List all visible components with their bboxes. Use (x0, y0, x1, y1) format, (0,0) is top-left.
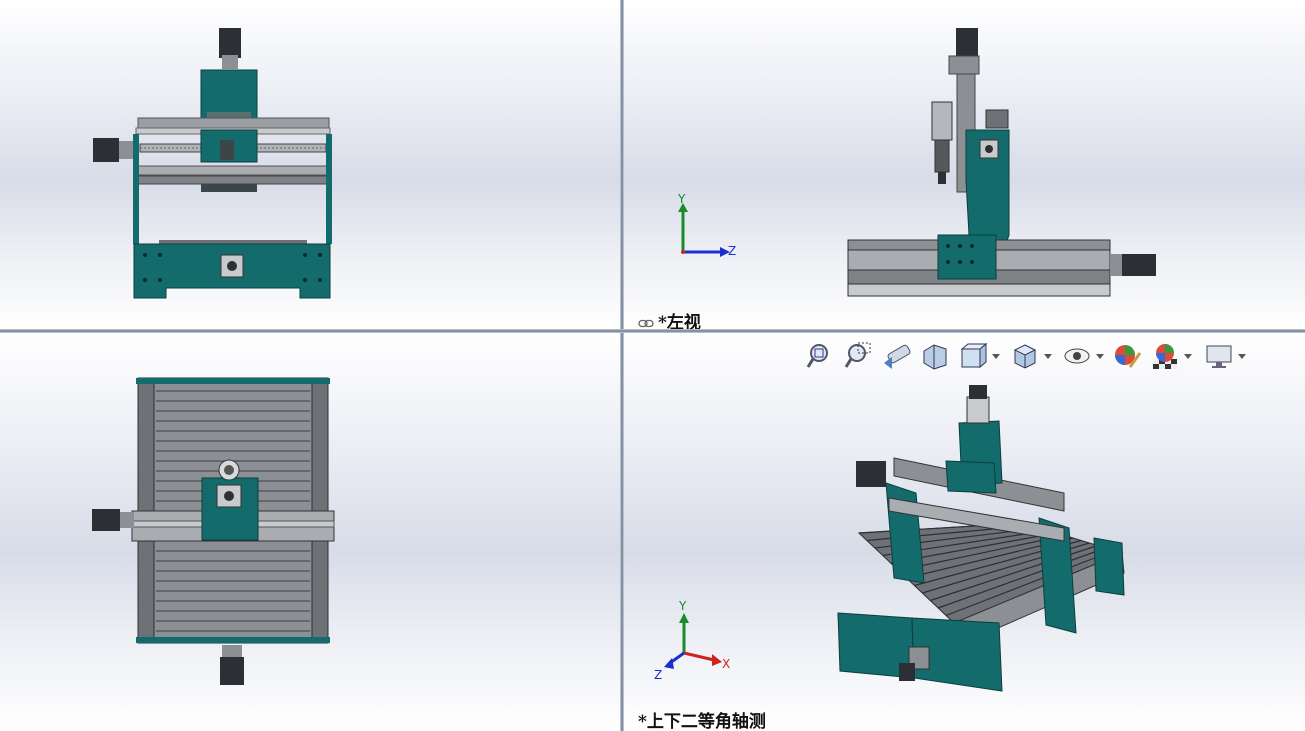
left-view-viewport[interactable]: Y Z *左视 (624, 0, 1305, 329)
left-view-label: *左视 (638, 308, 701, 329)
triad-y-label: Y (679, 599, 687, 613)
coordinate-triad (678, 203, 730, 257)
viewport-vertical-splitter[interactable] (620, 0, 624, 731)
triad-x-label: X (722, 657, 731, 671)
triad-y-label: Y (678, 192, 686, 206)
isometric-view-label: *上下二等角轴测 (638, 712, 766, 731)
left-view-model (678, 28, 1156, 297)
triad-z-label: Z (654, 668, 663, 682)
front-view-model (93, 28, 332, 299)
front-view-viewport[interactable] (0, 0, 620, 329)
top-view-model (92, 377, 335, 685)
triad-z-label: Z (728, 244, 737, 258)
left-view-label-text: *左视 (658, 313, 701, 329)
isometric-view-viewport[interactable]: Y X Z *上下二等角轴测 (624, 333, 1305, 731)
viewport-horizontal-splitter[interactable] (0, 329, 1305, 333)
top-view-viewport[interactable] (0, 333, 620, 731)
link-icon (638, 319, 654, 328)
coordinate-triad (664, 613, 722, 669)
isometric-view-model (664, 385, 1125, 692)
